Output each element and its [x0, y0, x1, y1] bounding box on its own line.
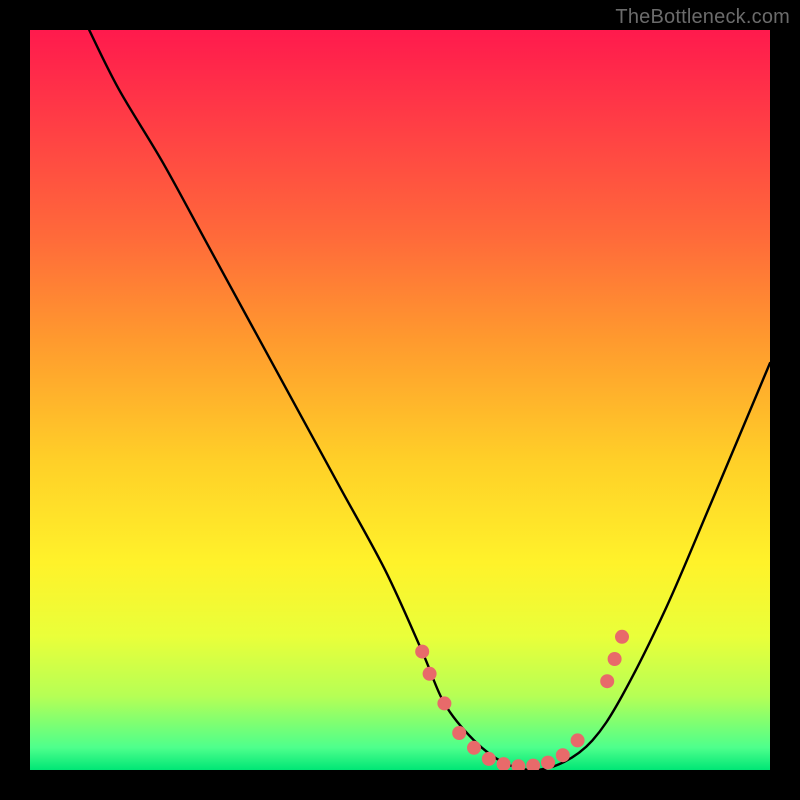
marker-dot [482, 752, 496, 766]
marker-dot [600, 674, 614, 688]
marker-dot [571, 733, 585, 747]
marker-dot [437, 696, 451, 710]
chart-svg [30, 30, 770, 770]
chart-plot-area [30, 30, 770, 770]
marker-dot [467, 741, 481, 755]
watermark-text: TheBottleneck.com [615, 6, 790, 29]
curve-line [89, 30, 770, 770]
marker-dot [556, 748, 570, 762]
highlight-dots [415, 630, 629, 770]
marker-dot [452, 726, 466, 740]
marker-dot [497, 757, 511, 770]
marker-dot [423, 667, 437, 681]
marker-dot [511, 759, 525, 770]
marker-dot [615, 630, 629, 644]
marker-dot [541, 756, 555, 770]
marker-dot [415, 645, 429, 659]
marker-dot [608, 652, 622, 666]
chart-stage: TheBottleneck.com [0, 0, 800, 800]
marker-dot [526, 759, 540, 770]
